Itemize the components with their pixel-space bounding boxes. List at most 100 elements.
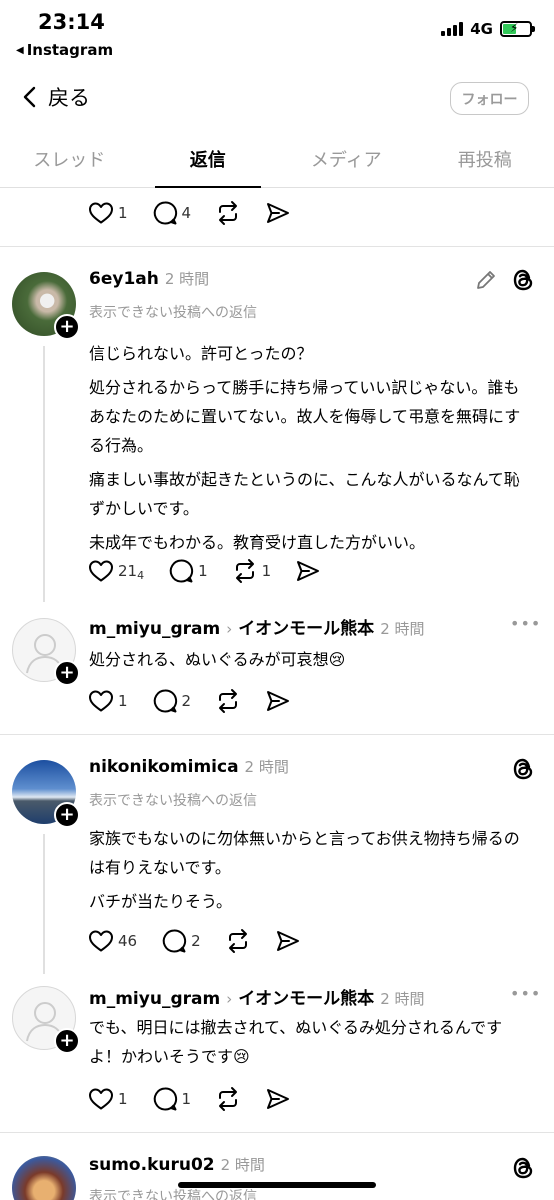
- heart-icon: [88, 689, 114, 713]
- post-body: 信じられない。許可とったの？ 処分されるからって勝手に持ち帰っていい訳じゃない。…: [89, 339, 529, 562]
- follow-plus-button[interactable]: +: [54, 314, 80, 340]
- post-line: 処分されるからって勝手に持ち帰っていい訳じゃない。誰もあなたのために置いてない。…: [89, 378, 521, 455]
- tab-reposts[interactable]: 再投稿: [416, 132, 554, 187]
- threads-logo-icon[interactable]: [510, 1154, 536, 1182]
- follow-button[interactable]: フォロー: [450, 82, 529, 115]
- tab-replies[interactable]: 返信: [139, 132, 278, 188]
- post-header: sumo.kuru02 2 時間: [89, 1154, 265, 1175]
- like-count: 1: [118, 1090, 128, 1108]
- share-button[interactable]: [295, 558, 321, 584]
- back-triangle-icon: ◀: [16, 44, 24, 56]
- follow-plus-button[interactable]: +: [54, 660, 80, 686]
- share-button[interactable]: [265, 688, 291, 714]
- username[interactable]: m_miyu_gram: [89, 989, 220, 1009]
- like-count: 1: [118, 204, 128, 222]
- heart-icon: [88, 559, 114, 583]
- follow-plus-button[interactable]: +: [54, 802, 80, 828]
- reply-to-user[interactable]: イオンモール熊本: [238, 614, 374, 639]
- username[interactable]: 6ey1ah: [89, 269, 159, 289]
- like-button[interactable]: 46: [88, 929, 137, 953]
- like-button[interactable]: 1: [88, 1087, 128, 1111]
- share-icon: [295, 558, 321, 584]
- like-button[interactable]: 1: [88, 689, 128, 713]
- more-icon[interactable]: •••: [510, 614, 541, 633]
- post-header: 6ey1ah 2 時間: [89, 268, 209, 289]
- chevron-right-icon: ›: [226, 990, 233, 1008]
- reply-button[interactable]: 2: [161, 928, 201, 954]
- reply-button[interactable]: 4: [152, 200, 191, 226]
- profile-tabs: スレッド 返信 メディア 再投稿: [0, 132, 554, 188]
- battery-icon: ⚡: [500, 21, 535, 37]
- post-actions: 46 2: [88, 928, 301, 954]
- share-icon: [265, 200, 291, 226]
- reply-button[interactable]: 2: [152, 688, 191, 714]
- divider: [0, 246, 554, 247]
- back-to-app[interactable]: ◀ Instagram: [16, 41, 113, 59]
- tab-threads[interactable]: スレッド: [0, 132, 139, 187]
- like-count: 21: [118, 562, 138, 580]
- post-header: m_miyu_gram › イオンモール熊本 2 時間: [89, 984, 425, 1009]
- repost-icon: [225, 928, 251, 954]
- like-count-sub: 4: [137, 568, 145, 582]
- home-indicator[interactable]: [178, 1182, 376, 1188]
- post-body: 家族でもないのに勿体無いからと言ってお供え物持ち帰るのは有りえないです。 バチが…: [89, 824, 529, 921]
- comment-icon: [152, 1086, 178, 1112]
- tab-media[interactable]: メディア: [277, 132, 416, 187]
- reply-button[interactable]: 1: [168, 558, 208, 584]
- repost-button[interactable]: 1: [232, 558, 271, 584]
- post-line: 信じられない。許可とったの？: [89, 344, 313, 363]
- signal-icon: [441, 22, 464, 36]
- username[interactable]: sumo.kuru02: [89, 1155, 215, 1175]
- comment-icon: [152, 688, 178, 714]
- heart-icon: [88, 201, 114, 225]
- divider: [0, 1132, 554, 1133]
- chevron-right-icon: ›: [226, 620, 233, 638]
- threads-logo-icon[interactable]: [510, 266, 536, 294]
- post-body: でも、明日には撤去されて、ぬいぐるみ処分されるんですよ！かわいそうです😢: [89, 1013, 529, 1076]
- post-line: 痛ましい事故が起きたというのに、こんな人がいるなんて恥ずかしいです。: [89, 470, 520, 518]
- reply-button[interactable]: 1: [152, 1086, 191, 1112]
- heart-icon: [88, 929, 114, 953]
- like-button[interactable]: 1: [88, 201, 128, 225]
- share-icon: [265, 1086, 291, 1112]
- share-icon: [275, 928, 301, 954]
- heart-icon: [88, 1087, 114, 1111]
- share-button[interactable]: [265, 1086, 291, 1112]
- comment-icon: [168, 558, 194, 584]
- username[interactable]: m_miyu_gram: [89, 619, 220, 639]
- reply-to-user[interactable]: イオンモール熊本: [238, 984, 374, 1009]
- post-time: 2 時間: [380, 990, 425, 1008]
- follow-plus-button[interactable]: +: [54, 1028, 80, 1054]
- chevron-left-icon: [23, 86, 36, 108]
- back-button[interactable]: 戻る: [22, 82, 90, 112]
- post-time: 2 時間: [244, 758, 289, 776]
- post-header: m_miyu_gram › イオンモール熊本 2 時間: [89, 614, 425, 639]
- username[interactable]: nikonikomimica: [89, 757, 239, 777]
- like-count: 46: [118, 932, 138, 950]
- repost-button[interactable]: [215, 1086, 241, 1112]
- pencil-icon[interactable]: [474, 268, 498, 292]
- share-button[interactable]: [265, 200, 291, 226]
- post-line: 処分される、ぬいぐるみが可哀想😢: [89, 650, 346, 669]
- repost-icon: [215, 688, 241, 714]
- share-button[interactable]: [275, 928, 301, 954]
- post-time: 2 時間: [164, 270, 210, 288]
- post-actions: 21 4 1 1: [88, 558, 321, 584]
- threads-logo-icon[interactable]: [510, 755, 536, 783]
- post-line: バチが当たりそう。: [89, 892, 233, 911]
- status-time: 23:14: [38, 10, 105, 34]
- network-type: 4G: [470, 20, 493, 38]
- avatar[interactable]: [12, 1156, 76, 1200]
- divider: [0, 734, 554, 735]
- like-button[interactable]: 21 4: [88, 559, 144, 583]
- repost-button[interactable]: [215, 200, 241, 226]
- repost-button[interactable]: [225, 928, 251, 954]
- post-time: 2 時間: [220, 1156, 265, 1174]
- repost-icon: [232, 558, 258, 584]
- back-label: 戻る: [48, 86, 90, 110]
- more-icon[interactable]: •••: [510, 984, 541, 1003]
- top-post-actions: 1 4: [88, 200, 291, 226]
- post-time: 2 時間: [380, 620, 425, 638]
- repost-button[interactable]: [215, 688, 241, 714]
- reply-count: 2: [191, 932, 201, 950]
